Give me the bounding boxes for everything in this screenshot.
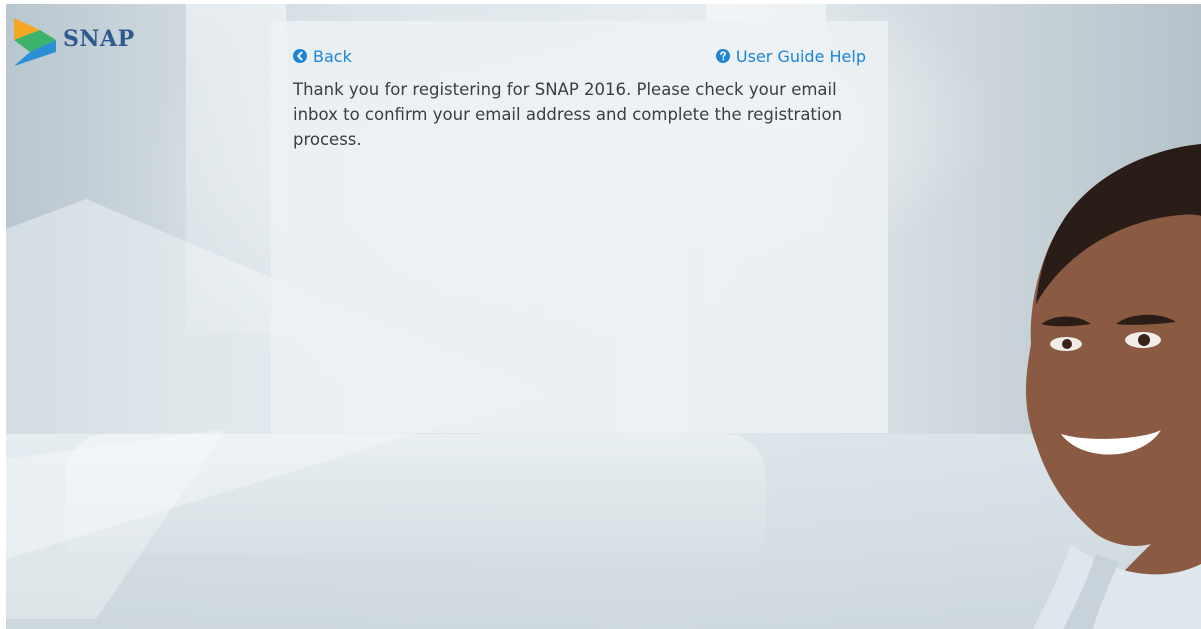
background-sofa — [6, 434, 1201, 629]
help-label: User Guide Help — [735, 46, 866, 66]
user-guide-help-link[interactable]: User Guide Help — [715, 46, 866, 66]
question-circle-icon — [715, 49, 730, 63]
snap-logo-icon — [14, 18, 56, 66]
brand-name: SNAP — [63, 26, 135, 52]
confirmation-message: Thank you for registering for SNAP 2016.… — [293, 80, 843, 149]
snap-logo[interactable]: SNAP — [14, 18, 135, 66]
back-label: Back — [313, 46, 352, 66]
chevron-circle-left-icon — [293, 49, 307, 63]
registration-confirmation-panel: Back User Guide Help Thank you for regis… — [271, 21, 888, 433]
back-link[interactable]: Back — [293, 47, 352, 66]
panel-nav: Back User Guide Help — [293, 45, 866, 67]
background-person-photo — [1026, 144, 1201, 629]
background-sofa-back — [66, 434, 766, 554]
